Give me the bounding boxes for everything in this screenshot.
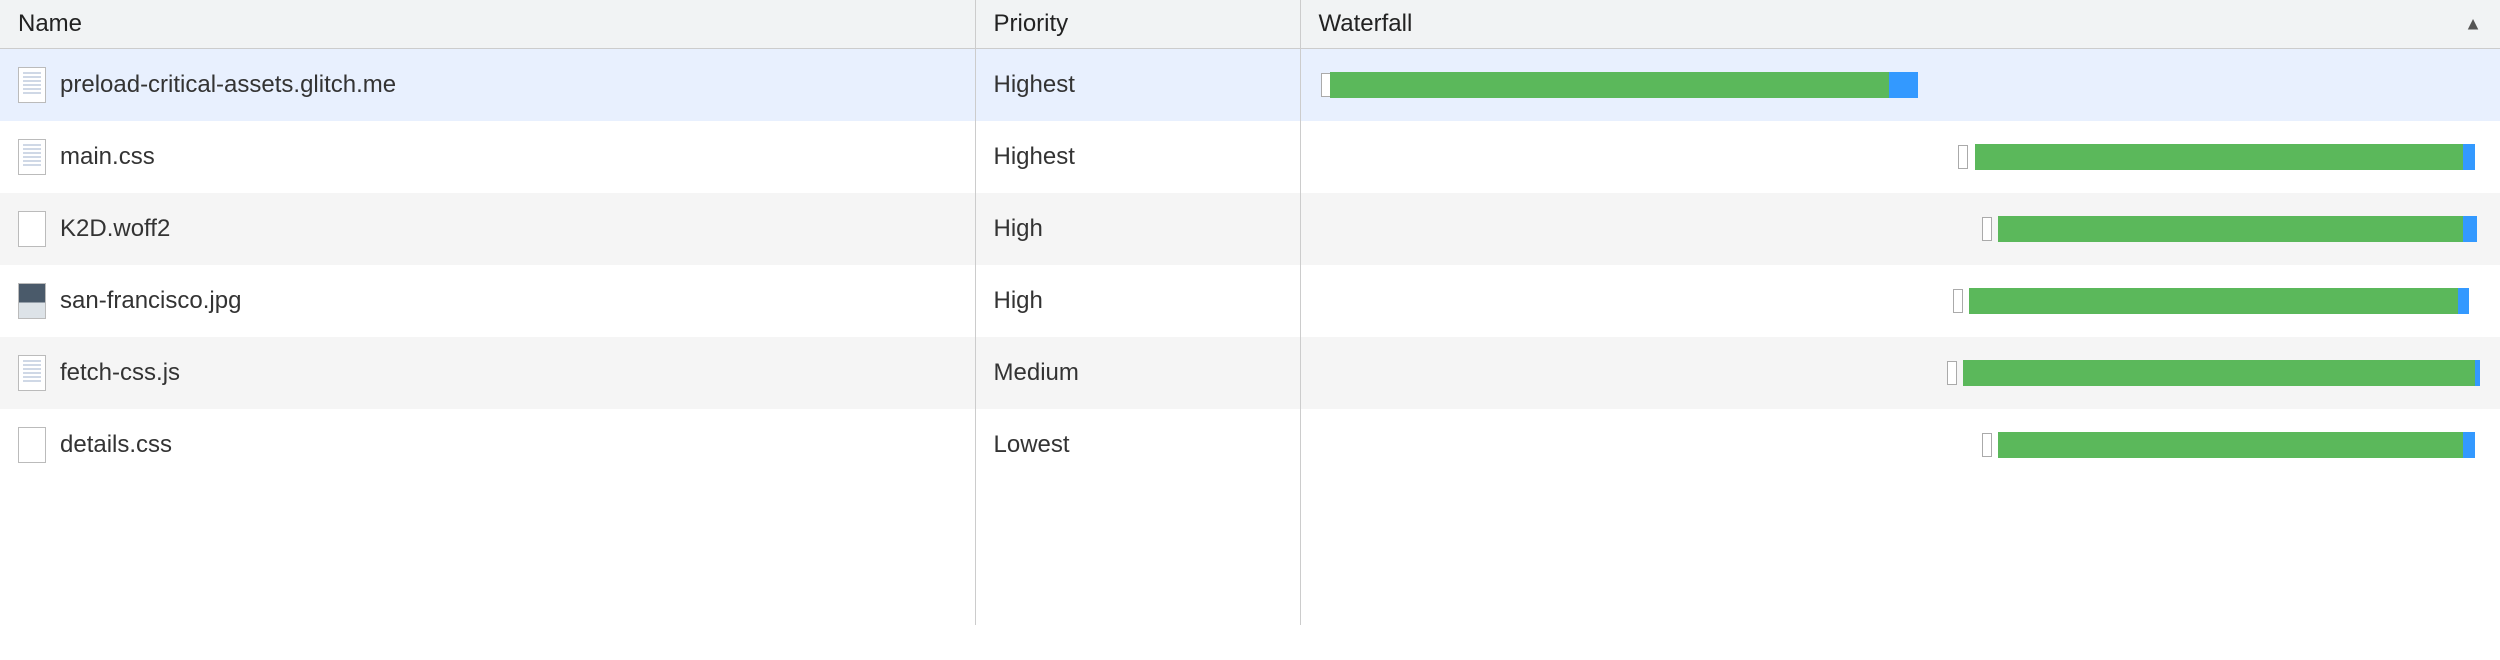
priority-label: Medium bbox=[994, 359, 1079, 386]
waterfall-cell[interactable] bbox=[1300, 121, 2500, 193]
waterfall-queue-marker bbox=[1953, 289, 1963, 313]
network-requests-table: Name Priority Waterfall ▲ preload-critic… bbox=[0, 0, 2500, 625]
column-header-waterfall-label: Waterfall bbox=[1319, 10, 1413, 37]
column-header-name[interactable]: Name bbox=[0, 0, 975, 49]
name-cell: preload-critical-assets.glitch.me bbox=[0, 49, 975, 121]
file-name-label: K2D.woff2 bbox=[60, 215, 170, 243]
table-row[interactable]: preload-critical-assets.glitch.me Highest bbox=[0, 49, 2500, 121]
file-type-icon bbox=[18, 427, 46, 463]
file-name-label: details.css bbox=[60, 431, 172, 459]
priority-cell: Medium bbox=[975, 337, 1300, 409]
waterfall-content-download-bar bbox=[2463, 216, 2477, 242]
waterfall-queue-marker bbox=[1958, 145, 1968, 169]
column-header-waterfall[interactable]: Waterfall ▲ bbox=[1300, 0, 2500, 49]
column-header-priority-label: Priority bbox=[994, 10, 1069, 37]
priority-label: Highest bbox=[994, 71, 1075, 98]
file-type-icon bbox=[18, 211, 46, 247]
empty-cell bbox=[975, 481, 1300, 553]
name-cell: fetch-css.js bbox=[0, 337, 975, 409]
table-row[interactable]: main.css Highest bbox=[0, 121, 2500, 193]
priority-label: High bbox=[994, 287, 1043, 314]
priority-cell: Highest bbox=[975, 49, 1300, 121]
name-cell: main.css bbox=[0, 121, 975, 193]
waterfall-track bbox=[1319, 67, 2483, 103]
file-name-label: san-francisco.jpg bbox=[60, 287, 241, 315]
column-header-name-label: Name bbox=[18, 10, 82, 37]
priority-label: Lowest bbox=[994, 431, 1070, 458]
empty-cell bbox=[975, 553, 1300, 625]
empty-cell bbox=[0, 481, 975, 553]
column-header-priority[interactable]: Priority bbox=[975, 0, 1300, 49]
waterfall-download-bar bbox=[1969, 288, 2458, 314]
name-cell: details.css bbox=[0, 409, 975, 481]
waterfall-download-bar bbox=[1975, 144, 2464, 170]
file-name-label: main.css bbox=[60, 143, 155, 171]
name-cell: K2D.woff2 bbox=[0, 193, 975, 265]
waterfall-queue-marker bbox=[1982, 217, 1992, 241]
file-type-icon bbox=[18, 139, 46, 175]
empty-cell bbox=[1300, 481, 2500, 553]
table-header-row: Name Priority Waterfall ▲ bbox=[0, 0, 2500, 49]
waterfall-cell[interactable] bbox=[1300, 265, 2500, 337]
empty-row bbox=[0, 553, 2500, 625]
waterfall-download-bar bbox=[1963, 360, 2475, 386]
priority-cell: Highest bbox=[975, 121, 1300, 193]
priority-label: High bbox=[994, 215, 1043, 242]
waterfall-download-bar bbox=[1330, 72, 1888, 98]
waterfall-track bbox=[1319, 355, 2483, 391]
waterfall-queue-marker bbox=[1982, 433, 1992, 457]
waterfall-track bbox=[1319, 283, 2483, 319]
waterfall-cell[interactable] bbox=[1300, 337, 2500, 409]
file-type-icon bbox=[18, 283, 46, 319]
priority-cell: High bbox=[975, 265, 1300, 337]
waterfall-content-download-bar bbox=[2458, 288, 2470, 314]
table-row[interactable]: details.css Lowest bbox=[0, 409, 2500, 481]
file-type-icon bbox=[18, 355, 46, 391]
priority-label: Highest bbox=[994, 143, 1075, 170]
waterfall-download-bar bbox=[1998, 432, 2463, 458]
waterfall-content-download-bar bbox=[1889, 72, 1918, 98]
waterfall-cell[interactable] bbox=[1300, 409, 2500, 481]
waterfall-content-download-bar bbox=[2475, 360, 2480, 386]
name-cell: san-francisco.jpg bbox=[0, 265, 975, 337]
waterfall-track bbox=[1319, 139, 2483, 175]
waterfall-cell[interactable] bbox=[1300, 193, 2500, 265]
empty-row bbox=[0, 481, 2500, 553]
file-type-icon bbox=[18, 67, 46, 103]
waterfall-content-download-bar bbox=[2463, 144, 2475, 170]
table-row[interactable]: fetch-css.js Medium bbox=[0, 337, 2500, 409]
empty-cell bbox=[1300, 553, 2500, 625]
waterfall-track bbox=[1319, 211, 2483, 247]
empty-cell bbox=[0, 553, 975, 625]
priority-cell: Lowest bbox=[975, 409, 1300, 481]
file-name-label: preload-critical-assets.glitch.me bbox=[60, 71, 396, 99]
waterfall-content-download-bar bbox=[2463, 432, 2475, 458]
table-row[interactable]: K2D.woff2 High bbox=[0, 193, 2500, 265]
waterfall-download-bar bbox=[1998, 216, 2463, 242]
waterfall-queue-marker bbox=[1947, 361, 1957, 385]
sort-ascending-icon: ▲ bbox=[2464, 14, 2482, 35]
priority-cell: High bbox=[975, 193, 1300, 265]
file-name-label: fetch-css.js bbox=[60, 359, 180, 387]
waterfall-cell[interactable] bbox=[1300, 49, 2500, 121]
waterfall-track bbox=[1319, 427, 2483, 463]
table-row[interactable]: san-francisco.jpg High bbox=[0, 265, 2500, 337]
